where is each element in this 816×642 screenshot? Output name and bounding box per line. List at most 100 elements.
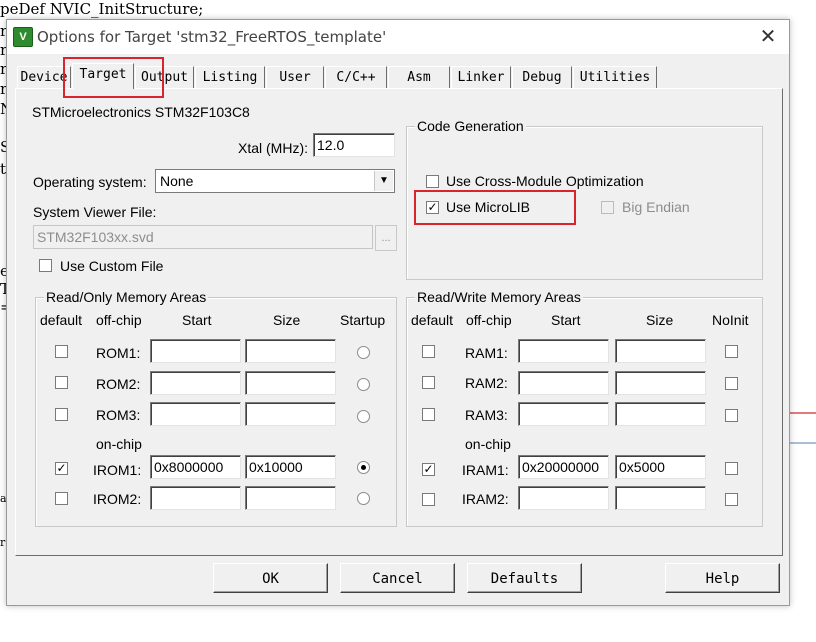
rom2-startup-radio[interactable]	[357, 378, 370, 391]
rom3-start-input[interactable]	[150, 402, 241, 426]
os-select[interactable]: None ▼	[155, 169, 395, 193]
ram1-noinit-checkbox[interactable]	[725, 345, 738, 358]
svd-label: System Viewer File:	[33, 204, 157, 220]
rom1-size-input[interactable]	[245, 339, 336, 363]
irom1-size-input[interactable]: 0x10000	[245, 455, 336, 479]
ro-header-default: default	[40, 312, 83, 328]
ram3-size-input[interactable]	[615, 402, 706, 426]
rom3-default-checkbox[interactable]	[55, 408, 68, 421]
svd-browse-button: ...	[375, 225, 397, 251]
rom1-default-checkbox[interactable]	[55, 345, 68, 358]
ram2-label: RAM2:	[465, 375, 508, 391]
ram3-label: RAM3:	[465, 407, 508, 423]
target-tab-panel: STMicroelectronics STM32F103C8 Xtal (MHz…	[15, 88, 783, 556]
device-name: STMicroelectronics STM32F103C8	[32, 104, 250, 120]
ram3-noinit-checkbox[interactable]	[725, 409, 738, 422]
rw-header-start: Start	[551, 312, 581, 328]
rom2-label: ROM2:	[96, 376, 141, 392]
rom2-start-input[interactable]	[150, 371, 241, 395]
readonly-memory-title: Read/Only Memory Areas	[44, 289, 209, 305]
rom1-start-input[interactable]	[150, 339, 241, 363]
rw-header-noinit: NoInit	[712, 312, 749, 328]
ok-button[interactable]: OK	[213, 563, 328, 593]
title-bar[interactable]: V Options for Target 'stm32_FreeRTOS_tem…	[7, 20, 789, 54]
irom1-start-input[interactable]: 0x8000000	[150, 455, 241, 479]
tab-listing[interactable]: Listing	[195, 66, 265, 88]
cancel-button[interactable]: Cancel	[340, 563, 455, 593]
ram1-size-input[interactable]	[615, 339, 706, 363]
ram1-default-checkbox[interactable]	[422, 345, 435, 358]
irom2-label: IROM2:	[93, 491, 142, 507]
rom2-default-checkbox[interactable]	[55, 376, 68, 389]
iram1-size-input[interactable]: 0x5000	[615, 455, 706, 479]
tab-strip: Device Target Output Listing User C/C++ …	[15, 63, 785, 89]
cross-module-checkbox[interactable]	[426, 175, 439, 188]
tab-user[interactable]: User	[266, 66, 324, 88]
rw-header-size: Size	[646, 312, 674, 328]
iram2-noinit-checkbox[interactable]	[725, 493, 738, 506]
iram2-label: IRAM2:	[462, 491, 509, 507]
tab-device[interactable]: Device	[17, 66, 71, 88]
ro-onchip-label: on-chip	[96, 436, 142, 452]
irom1-label: IROM1:	[93, 462, 142, 478]
ro-header-offchip: off-chip	[96, 312, 142, 328]
iram1-default-checkbox[interactable]: ✓	[422, 463, 435, 476]
big-endian-checkbox	[601, 201, 614, 214]
readwrite-memory-title: Read/Write Memory Areas	[415, 289, 583, 305]
use-custom-file-label: Use Custom File	[60, 258, 164, 274]
code-line: peDef NVIC_InitStructure;	[0, 0, 204, 18]
ro-header-startup: Startup	[340, 312, 386, 328]
tab-linker[interactable]: Linker	[451, 66, 511, 88]
iram2-default-checkbox[interactable]	[422, 493, 435, 506]
irom2-default-checkbox[interactable]	[55, 492, 68, 505]
iram1-noinit-checkbox[interactable]	[725, 462, 738, 475]
rw-header-default: default	[411, 312, 454, 328]
tab-asm[interactable]: Asm	[388, 66, 450, 88]
irom1-default-checkbox[interactable]: ✓	[55, 462, 68, 475]
rw-header-offchip: off-chip	[466, 312, 512, 328]
rom3-size-input[interactable]	[245, 402, 336, 426]
irom1-startup-radio[interactable]	[357, 461, 370, 474]
irom2-size-input[interactable]	[245, 486, 336, 510]
xtal-input[interactable]: 12.0	[313, 133, 395, 157]
ro-header-start: Start	[182, 312, 212, 328]
iram1-start-input[interactable]: 0x20000000	[518, 455, 609, 479]
ro-header-size: Size	[273, 312, 301, 328]
rw-onchip-label: on-chip	[465, 436, 511, 452]
ram3-start-input[interactable]	[518, 402, 609, 426]
tab-target[interactable]: Target	[72, 63, 134, 89]
close-icon[interactable]: ✕	[751, 22, 785, 52]
tab-c-cpp[interactable]: C/C++	[325, 66, 387, 88]
tab-output[interactable]: Output	[135, 66, 194, 88]
ram3-default-checkbox[interactable]	[422, 408, 435, 421]
big-endian-label: Big Endian	[622, 199, 690, 215]
keil-app-icon: V	[13, 27, 33, 47]
ram2-default-checkbox[interactable]	[422, 376, 435, 389]
code-generation-title: Code Generation	[415, 118, 526, 134]
microlib-label: Use MicroLIB	[446, 199, 531, 215]
options-dialog: V Options for Target 'stm32_FreeRTOS_tem…	[6, 19, 790, 606]
ram2-noinit-checkbox[interactable]	[725, 377, 738, 390]
tab-debug[interactable]: Debug	[512, 66, 572, 88]
use-custom-file-checkbox[interactable]	[39, 259, 52, 272]
irom2-start-input[interactable]	[150, 486, 241, 510]
ram2-size-input[interactable]	[615, 371, 706, 395]
rom1-label: ROM1:	[96, 345, 141, 361]
cross-module-label: Use Cross-Module Optimization	[446, 173, 644, 189]
iram2-size-input[interactable]	[615, 486, 706, 510]
tab-utilities[interactable]: Utilities	[573, 66, 657, 88]
irom2-startup-radio[interactable]	[357, 492, 370, 505]
rom3-startup-radio[interactable]	[357, 410, 370, 423]
iram1-label: IRAM1:	[462, 462, 509, 478]
help-button[interactable]: Help	[665, 563, 780, 593]
rom1-startup-radio[interactable]	[357, 346, 370, 359]
microlib-checkbox[interactable]: ✓	[426, 201, 439, 214]
ram1-start-input[interactable]	[518, 339, 609, 363]
chevron-down-icon[interactable]: ▼	[374, 171, 393, 191]
xtal-label: Xtal (MHz):	[238, 140, 308, 156]
defaults-button[interactable]: Defaults	[467, 563, 582, 593]
rom2-size-input[interactable]	[245, 371, 336, 395]
os-label: Operating system:	[33, 174, 147, 190]
ram2-start-input[interactable]	[518, 371, 609, 395]
iram2-start-input[interactable]	[518, 486, 609, 510]
